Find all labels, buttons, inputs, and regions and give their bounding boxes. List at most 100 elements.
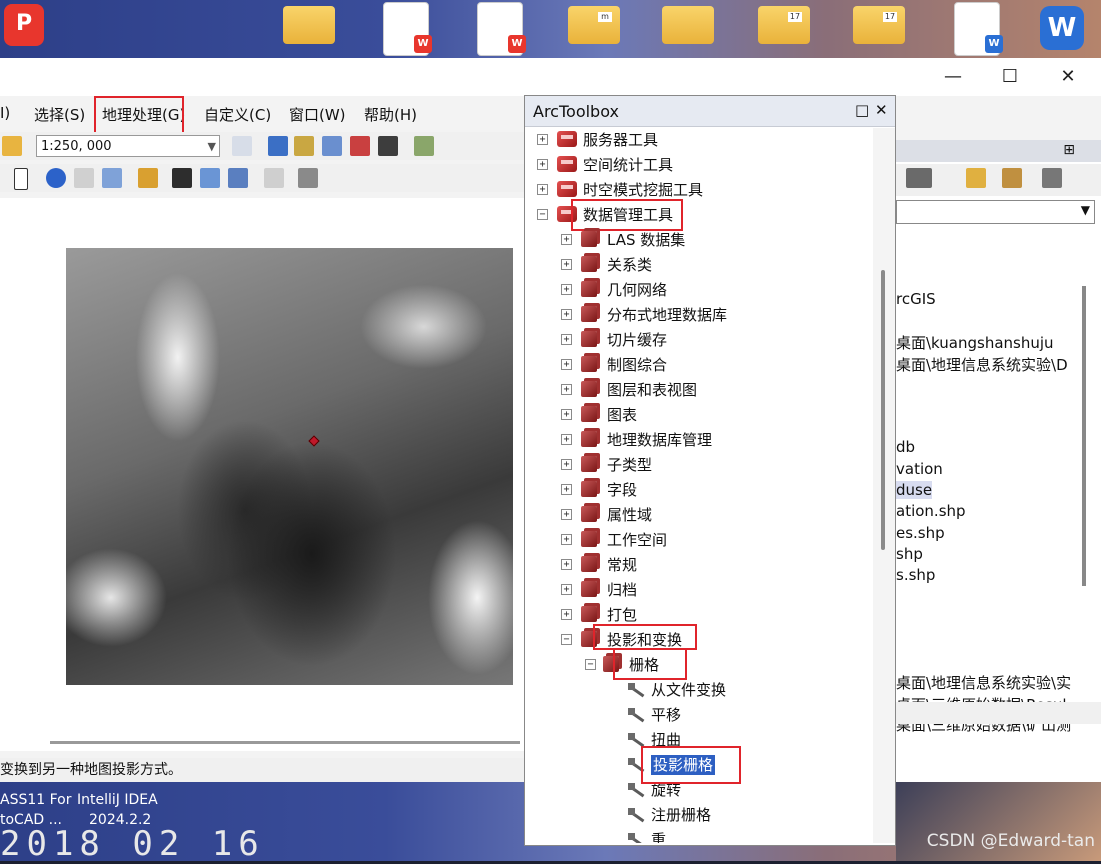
expand-icon[interactable]: + bbox=[561, 509, 572, 520]
catalog-entry[interactable]: db bbox=[896, 438, 915, 456]
tree-node-label: 空间统计工具 bbox=[583, 156, 674, 174]
document-thumbnail-icon[interactable]: W bbox=[477, 2, 526, 56]
float-window-button[interactable]: □ bbox=[855, 101, 869, 119]
wps-presentation-icon[interactable]: P bbox=[4, 4, 44, 46]
folder-icon[interactable]: 17 bbox=[853, 6, 905, 44]
add-data-icon[interactable] bbox=[2, 136, 22, 156]
catalog-entry[interactable]: 桌面\地理信息系统实验\D bbox=[896, 354, 1068, 375]
menu-item-geoprocessing[interactable]: 地理处理(G) bbox=[102, 104, 185, 125]
catalog-window-icon[interactable] bbox=[294, 136, 314, 156]
hyperlink-icon[interactable] bbox=[74, 168, 94, 188]
expand-icon[interactable]: + bbox=[561, 459, 572, 470]
close-panel-button[interactable]: ✕ bbox=[875, 101, 888, 119]
wps-writer-icon[interactable]: W bbox=[1040, 6, 1084, 50]
arctoolbox-icon[interactable] bbox=[350, 136, 370, 156]
tree-node-label: 注册栅格 bbox=[651, 806, 712, 824]
document-thumbnail-icon[interactable]: W bbox=[383, 2, 432, 56]
toolbox-vertical-scrollbar-thumb[interactable] bbox=[881, 270, 885, 550]
catalog-entry[interactable]: 桌面\kuangshanshuju bbox=[896, 332, 1054, 353]
maximize-button[interactable]: ☐ bbox=[990, 64, 1030, 90]
tree-node-label: 归档 bbox=[607, 581, 638, 599]
catalog-entry[interactable]: rcGIS bbox=[896, 290, 936, 308]
toolset-icon bbox=[603, 656, 619, 672]
toolset-icon bbox=[581, 256, 597, 272]
expand-icon[interactable]: + bbox=[561, 259, 572, 270]
python-window-icon[interactable] bbox=[378, 136, 398, 156]
list-icon[interactable] bbox=[1042, 168, 1062, 188]
expand-icon[interactable]: + bbox=[561, 559, 572, 570]
menu-item-window[interactable]: 窗口(W) bbox=[289, 104, 346, 125]
folder-icon[interactable]: 17 bbox=[758, 6, 810, 44]
identify-icon[interactable] bbox=[46, 168, 66, 188]
catalog-entry[interactable]: 桌面\地理信息系统实验\实 bbox=[896, 672, 1071, 693]
map-scale-combo[interactable]: 1:250, 000 ▼ bbox=[36, 135, 220, 157]
map-scale-value: 1:250, 000 bbox=[41, 139, 112, 154]
collapse-icon[interactable]: − bbox=[585, 659, 596, 670]
viewer-window-icon[interactable] bbox=[298, 168, 318, 188]
select-elements-icon[interactable] bbox=[14, 168, 28, 190]
menu-item-customize[interactable]: 自定义(C) bbox=[204, 104, 271, 125]
catalog-vertical-scrollbar[interactable] bbox=[1082, 286, 1086, 586]
html-popup-icon[interactable] bbox=[102, 168, 122, 188]
expand-icon[interactable]: + bbox=[561, 284, 572, 295]
collapse-icon[interactable]: − bbox=[537, 209, 548, 220]
expand-icon[interactable]: + bbox=[537, 134, 548, 145]
tree-node-label: 几何网络 bbox=[607, 281, 668, 299]
measure-icon[interactable] bbox=[138, 168, 158, 188]
catalog-entry[interactable]: duse bbox=[896, 481, 933, 499]
menu-item-help[interactable]: 帮助(H) bbox=[364, 104, 417, 125]
catalog-entry[interactable]: shp bbox=[896, 545, 923, 563]
map-display[interactable] bbox=[0, 198, 525, 751]
folder-icon[interactable]: m bbox=[568, 6, 620, 44]
expand-icon[interactable]: + bbox=[537, 184, 548, 195]
menu-item-selection[interactable]: 选择(S) bbox=[34, 104, 85, 125]
minimize-button[interactable]: — bbox=[933, 64, 973, 90]
go-to-xy-icon[interactable] bbox=[228, 168, 248, 188]
desktop-shortcut-label[interactable]: IntelliJ IDEA bbox=[77, 790, 158, 810]
expand-icon[interactable]: + bbox=[561, 384, 572, 395]
catalog-status-bar bbox=[896, 702, 1101, 724]
toolset-icon bbox=[581, 306, 597, 322]
scrollbar-track[interactable] bbox=[50, 741, 520, 744]
catalog-entry[interactable]: s.shp bbox=[896, 566, 935, 584]
table-of-contents-icon[interactable] bbox=[268, 136, 288, 156]
expand-icon[interactable]: + bbox=[561, 484, 572, 495]
model-builder-icon[interactable] bbox=[414, 136, 434, 156]
zip-folder-icon[interactable] bbox=[662, 6, 714, 44]
catalog-entry[interactable]: es.shp bbox=[896, 524, 945, 542]
word-document-thumbnail-icon[interactable]: W bbox=[954, 2, 1003, 56]
menu-item-partial[interactable]: I) bbox=[0, 104, 10, 122]
expand-icon[interactable]: + bbox=[561, 584, 572, 595]
expand-icon[interactable]: + bbox=[537, 159, 548, 170]
folder-icon[interactable] bbox=[283, 6, 335, 44]
find-route-icon[interactable] bbox=[200, 168, 220, 188]
pin-icon[interactable]: ⊞ bbox=[1063, 142, 1075, 158]
expand-icon[interactable]: + bbox=[561, 309, 572, 320]
time-slider-icon[interactable] bbox=[264, 168, 284, 188]
find-binoculars-icon[interactable] bbox=[172, 168, 192, 188]
catalog-entry[interactable]: vation bbox=[896, 460, 943, 478]
tree-icon[interactable] bbox=[1002, 168, 1022, 188]
tree-node-label: 制图综合 bbox=[607, 356, 668, 374]
expand-icon[interactable]: + bbox=[561, 534, 572, 545]
expand-icon[interactable]: + bbox=[561, 359, 572, 370]
expand-icon[interactable]: + bbox=[561, 434, 572, 445]
catalog-location-combo[interactable]: ▼ bbox=[896, 200, 1095, 224]
collapse-icon[interactable]: − bbox=[561, 634, 572, 645]
close-button[interactable]: ✕ bbox=[1048, 64, 1088, 90]
expand-icon[interactable]: + bbox=[561, 234, 572, 245]
desktop-shortcut-label[interactable]: ASS11 For bbox=[0, 790, 72, 810]
view-options-icon[interactable] bbox=[906, 168, 932, 188]
connect-folder-icon[interactable] bbox=[966, 168, 986, 188]
tree-node-label: 平移 bbox=[651, 706, 682, 724]
title-bar: — ☐ ✕ bbox=[0, 58, 1101, 96]
expand-icon[interactable]: + bbox=[561, 609, 572, 620]
watermark-text: CSDN @Edward-tan bbox=[926, 831, 1095, 851]
editor-toolbar-icon[interactable] bbox=[232, 136, 252, 156]
tree-node-label: 投影栅格 bbox=[651, 755, 716, 775]
catalog-entry[interactable]: ation.shp bbox=[896, 502, 966, 520]
expand-icon[interactable]: + bbox=[561, 409, 572, 420]
expand-icon[interactable]: + bbox=[561, 334, 572, 345]
search-window-icon[interactable] bbox=[322, 136, 342, 156]
map-horizontal-scrollbar[interactable] bbox=[0, 738, 525, 752]
